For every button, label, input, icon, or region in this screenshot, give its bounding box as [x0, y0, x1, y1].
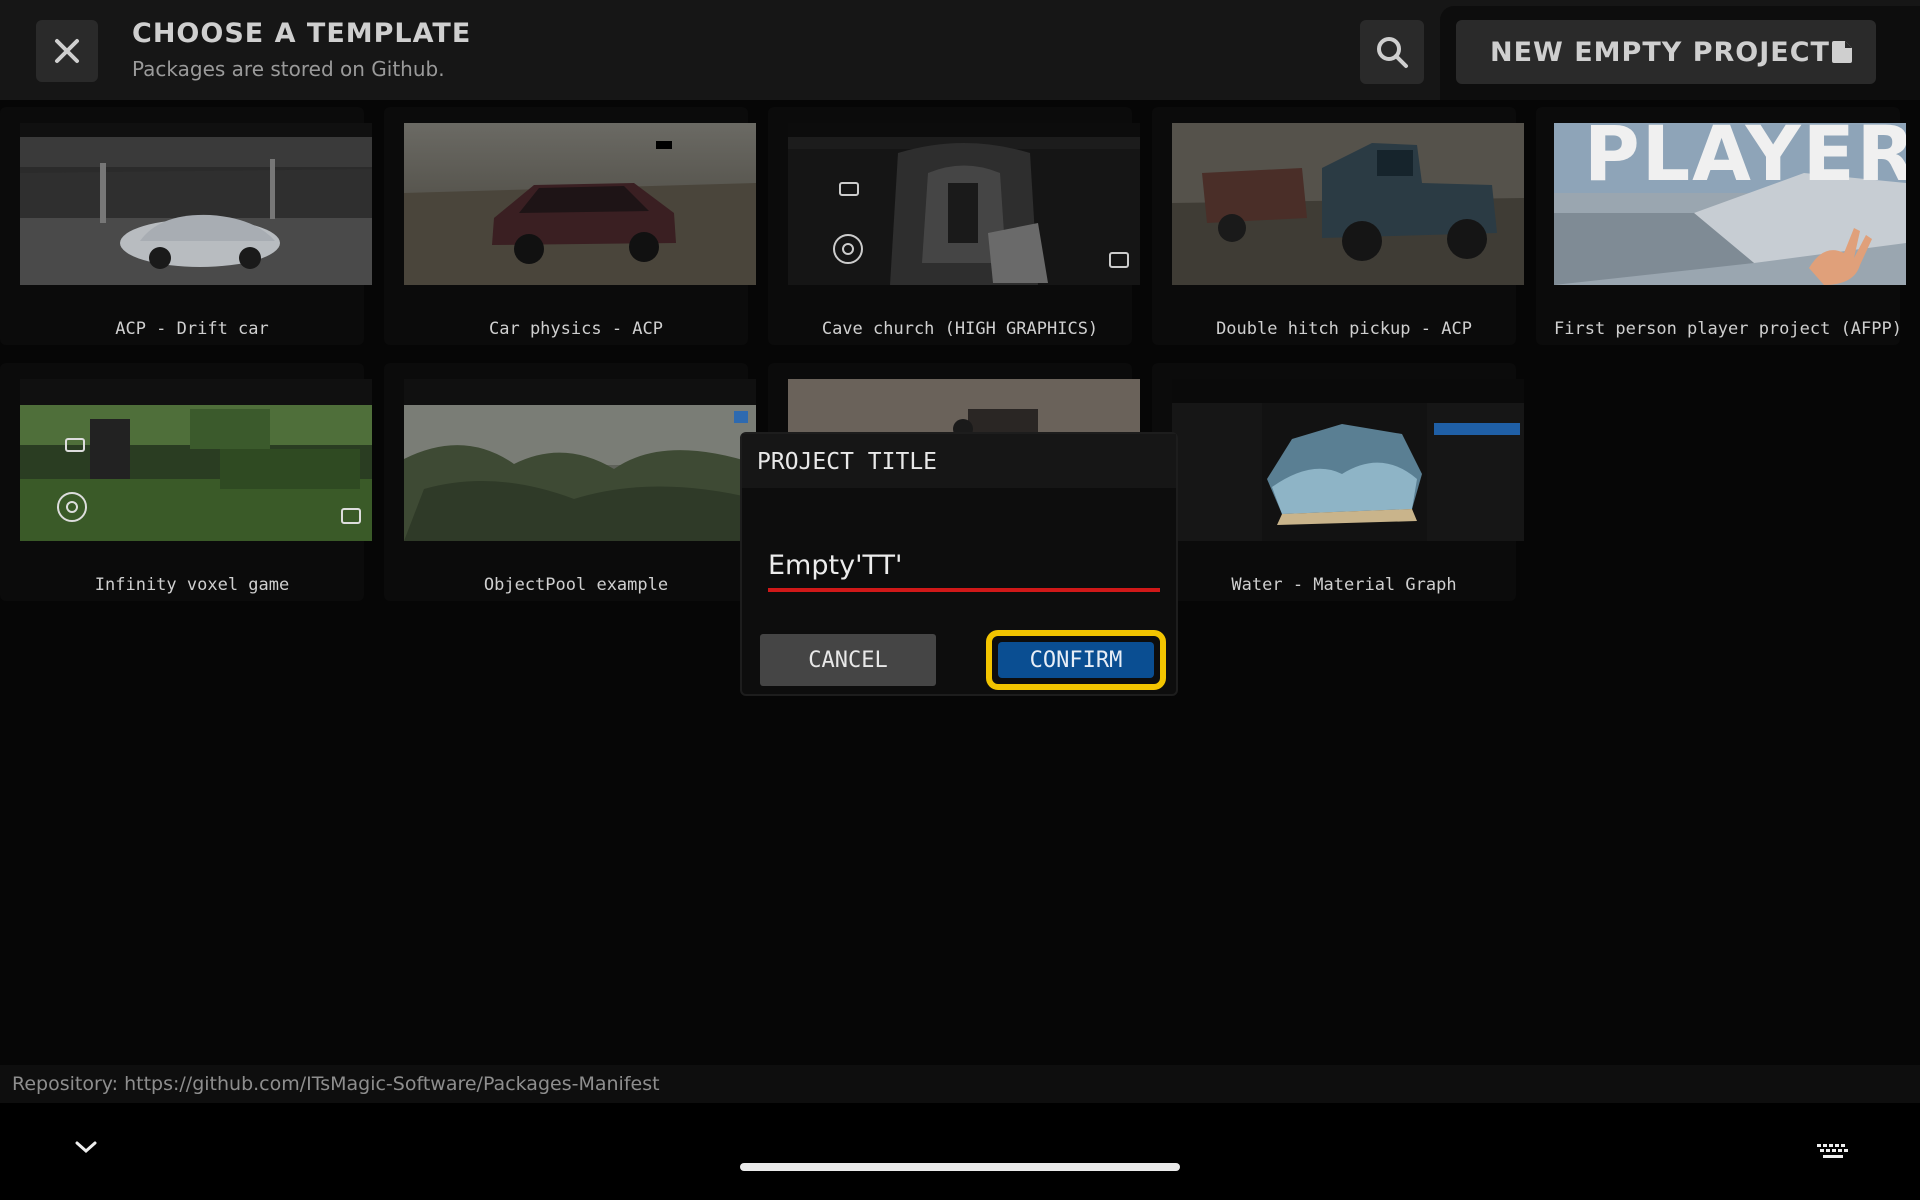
repository-bar: Repository: https://github.com/ITsMagic-…	[0, 1065, 1920, 1103]
project-title-dialog: PROJECT TITLE Empty'TT' CANCEL CONFIRM	[740, 432, 1178, 696]
template-label: Infinity voxel game	[94, 575, 290, 595]
top-bar: CHOOSE A TEMPLATE Packages are stored on…	[0, 0, 1920, 100]
dialog-header: PROJECT TITLE	[742, 434, 1176, 488]
chevron-down-icon[interactable]	[74, 1139, 98, 1155]
confirm-focus-highlight: CONFIRM	[986, 630, 1166, 690]
new-file-icon	[1832, 41, 1852, 63]
template-thumbnail	[20, 379, 372, 541]
dialog-title: PROJECT TITLE	[757, 449, 938, 475]
template-label: Water - Material Graph	[1231, 575, 1457, 595]
cancel-button[interactable]: CANCEL	[760, 634, 936, 686]
template-card-objectpool[interactable]: ObjectPool example	[384, 363, 756, 601]
template-label: Car physics - ACP	[489, 319, 663, 339]
new-empty-project-button[interactable]: NEW EMPTY PROJECT	[1456, 20, 1876, 84]
template-label: ACP - Drift car	[115, 319, 269, 339]
project-title-input[interactable]: Empty'TT'	[768, 544, 1160, 592]
template-label: Cave church (HIGH GRAPHICS)	[821, 319, 1099, 339]
close-button[interactable]	[36, 20, 98, 82]
template-label: Double hitch pickup - ACP	[1216, 319, 1472, 339]
template-thumbnail	[404, 123, 756, 285]
project-title-value: Empty'TT'	[768, 550, 903, 581]
page-title: CHOOSE A TEMPLATE	[132, 18, 472, 49]
title-block: CHOOSE A TEMPLATE Packages are stored on…	[132, 18, 471, 81]
template-card-double-hitch[interactable]: Double hitch pickup - ACP	[1152, 107, 1524, 345]
template-card-water-material[interactable]: Water - Material Graph	[1152, 363, 1524, 601]
template-label: ObjectPool example	[483, 575, 669, 595]
template-card-cave-church[interactable]: Cave church (HIGH GRAPHICS)	[768, 107, 1140, 345]
keyboard-icon[interactable]	[1816, 1143, 1850, 1161]
template-card-drift-car[interactable]: ACP - Drift car	[0, 107, 372, 345]
template-thumbnail	[788, 123, 1140, 285]
template-card-car-physics[interactable]: Car physics - ACP	[384, 107, 756, 345]
thumbnail-player-text: PLAYER	[1584, 123, 1906, 198]
template-thumbnail	[1172, 379, 1524, 541]
page-subtitle: Packages are stored on Github.	[132, 57, 445, 81]
new-project-label: NEW EMPTY PROJECT	[1490, 36, 1830, 68]
template-card-first-person[interactable]: PLAYER First person player project (AFPP…	[1536, 107, 1906, 345]
template-card-infinity-voxel[interactable]: Infinity voxel game	[0, 363, 372, 601]
search-button[interactable]	[1360, 20, 1424, 84]
template-thumbnail	[1172, 123, 1524, 285]
search-icon	[1377, 37, 1408, 68]
new-project-panel: NEW EMPTY PROJECT	[1440, 6, 1920, 100]
template-thumbnail: PLAYER	[1554, 123, 1906, 285]
confirm-button[interactable]: CONFIRM	[998, 642, 1154, 678]
template-thumbnail	[404, 379, 756, 541]
system-navigation-bar	[0, 1103, 1920, 1200]
home-indicator[interactable]	[740, 1163, 1180, 1171]
close-icon	[55, 39, 79, 63]
repository-link[interactable]: Repository: https://github.com/ITsMagic-…	[12, 1073, 660, 1095]
template-thumbnail	[20, 123, 372, 285]
template-label: First person player project (AFPP)	[1554, 319, 1902, 339]
